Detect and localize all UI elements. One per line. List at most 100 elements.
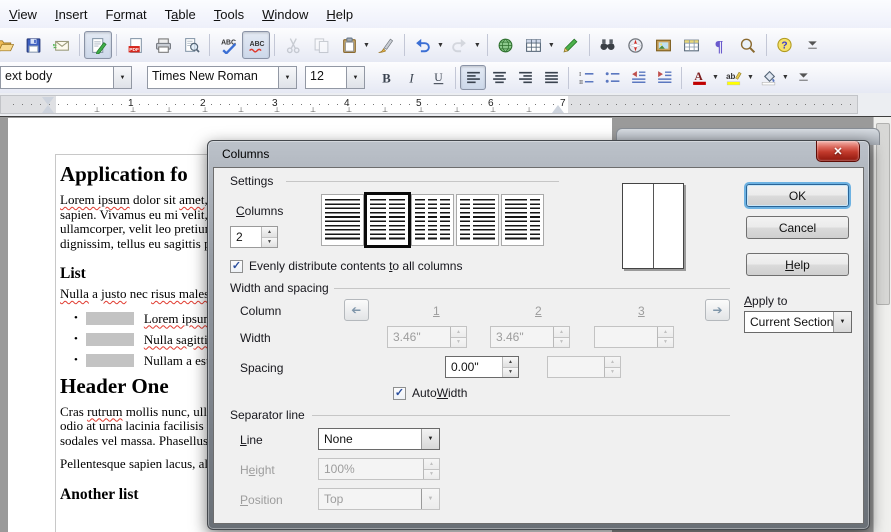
document-text: justo [101, 286, 126, 301]
auto-spellcheck-button[interactable]: ABC [242, 31, 270, 59]
save-button[interactable] [19, 31, 47, 59]
italic-button[interactable]: I [399, 65, 425, 90]
hyperlink-button[interactable] [492, 31, 520, 59]
draw-functions-button[interactable] [557, 31, 585, 59]
menu-view[interactable]: View [0, 2, 46, 27]
chevron-down-icon[interactable]: ▼ [363, 42, 370, 49]
email-button[interactable] [47, 31, 75, 59]
preset-one-column[interactable] [321, 194, 364, 246]
undo-button[interactable] [409, 31, 437, 59]
highlight-button[interactable]: ab [721, 65, 747, 90]
menu-window[interactable]: Window [253, 2, 317, 27]
columns-count-stepper[interactable]: 2 ▲▼ [230, 226, 278, 248]
first-line-indent-marker[interactable] [42, 97, 54, 105]
numbered-list-button[interactable]: III [573, 65, 599, 90]
increase-indent-button[interactable] [651, 65, 677, 90]
spin-up-icon[interactable]: ▲ [262, 227, 277, 237]
table-button[interactable] [520, 31, 548, 59]
font-color-button[interactable]: A [686, 65, 712, 90]
formatting-marks-button[interactable]: ¶ [706, 31, 734, 59]
spin-up-icon[interactable]: ▲ [503, 357, 518, 367]
close-button[interactable]: ✕ [816, 141, 860, 162]
paragraph-style-combo[interactable]: ext body ▼ [0, 66, 132, 89]
ok-button[interactable]: OK [746, 184, 849, 207]
scrollbar-thumb[interactable] [876, 123, 890, 305]
data-sources-button[interactable] [678, 31, 706, 59]
menu-insert[interactable]: Insert [46, 2, 97, 27]
group-divider [334, 288, 730, 289]
previous-column-button[interactable]: ➔ [344, 299, 369, 321]
spin-down-icon[interactable]: ▼ [503, 367, 518, 378]
autowidth-checkbox[interactable]: ✓ [393, 387, 406, 400]
cut-button[interactable] [279, 31, 307, 59]
help-button[interactable]: ? [771, 31, 799, 59]
align-center-button[interactable] [486, 65, 512, 90]
chevron-down-icon[interactable]: ▼ [833, 312, 851, 332]
chevron-down-icon[interactable]: ▼ [346, 67, 364, 88]
preset-column [440, 199, 450, 241]
width-column-2-input[interactable]: 3.46" ▲▼ [490, 326, 570, 348]
underline-button[interactable]: U [425, 65, 451, 90]
right-indent-marker[interactable] [552, 105, 564, 113]
font-name-combo[interactable]: Times New Roman ▼ [147, 66, 297, 89]
chevron-down-icon[interactable]: ▼ [278, 67, 296, 88]
align-left-button[interactable] [460, 65, 486, 90]
std-overflow-button[interactable] [799, 31, 827, 59]
chevron-down-icon[interactable]: ▼ [437, 42, 444, 49]
width-column-3-input[interactable]: ▲▼ [594, 326, 674, 348]
apply-to-combo[interactable]: Current Section ▼ [744, 311, 852, 333]
gallery-button[interactable] [650, 31, 678, 59]
print-button[interactable] [149, 31, 177, 59]
line-height-input[interactable]: 100% ▲▼ [318, 458, 440, 480]
align-right-button[interactable] [512, 65, 538, 90]
decrease-indent-button[interactable] [625, 65, 651, 90]
find-replace-button[interactable] [594, 31, 622, 59]
width-column-1-input[interactable]: 3.46" ▲▼ [387, 326, 467, 348]
preset-three-columns[interactable] [411, 194, 454, 246]
spacing-1-input[interactable]: 0.00" ▲▼ [445, 356, 519, 378]
chevron-down-icon[interactable]: ▼ [712, 74, 719, 81]
redo-button[interactable] [446, 31, 474, 59]
chevron-down-icon[interactable]: ▼ [782, 74, 789, 81]
print-preview-button[interactable] [177, 31, 205, 59]
spacing-2-input[interactable]: ▲▼ [547, 356, 621, 378]
evenly-distribute-checkbox[interactable]: ✓ [230, 260, 243, 273]
spelling-button[interactable]: ABC [214, 31, 242, 59]
zoom-button[interactable] [734, 31, 762, 59]
line-position-combo[interactable]: Top ▼ [318, 488, 440, 510]
preset-left-narrow[interactable] [456, 194, 499, 246]
background-color-button[interactable] [756, 65, 782, 90]
spin-down-icon[interactable]: ▼ [262, 237, 277, 248]
left-indent-marker[interactable] [42, 105, 54, 113]
horizontal-ruler[interactable]: 1234567 ⊥⊥⊥⊥⊥⊥⊥⊥⊥⊥⊥⊥⊥ [0, 95, 858, 114]
chevron-down-icon[interactable]: ▼ [113, 67, 131, 88]
chevron-down-icon[interactable]: ▼ [548, 42, 555, 49]
open-button[interactable] [0, 31, 19, 59]
chevron-down-icon[interactable]: ▼ [747, 74, 754, 81]
menu-tools[interactable]: Tools [205, 2, 253, 27]
next-column-button[interactable]: ➔ [705, 299, 730, 321]
redo-icon [451, 37, 468, 54]
export-pdf-button[interactable]: PDF [121, 31, 149, 59]
justify-button[interactable] [538, 65, 564, 90]
clone-formatting-button[interactable] [372, 31, 400, 59]
preset-two-columns[interactable] [366, 194, 409, 246]
bullet-list-button[interactable] [599, 65, 625, 90]
fmt-overflow-button[interactable] [791, 65, 817, 90]
paste-button[interactable] [335, 31, 363, 59]
menu-table[interactable]: Table [156, 2, 205, 27]
edit-file-button[interactable] [84, 31, 112, 59]
copy-button[interactable] [307, 31, 335, 59]
chevron-down-icon[interactable]: ▼ [474, 42, 481, 49]
vertical-scrollbar[interactable] [873, 117, 891, 532]
menu-help[interactable]: Help [317, 2, 362, 27]
line-style-combo[interactable]: None ▼ [318, 428, 440, 450]
navigator-button[interactable] [622, 31, 650, 59]
font-size-combo[interactable]: 12 ▼ [305, 66, 365, 89]
bold-button[interactable]: B [373, 65, 399, 90]
chevron-down-icon[interactable]: ▼ [421, 429, 439, 449]
cancel-button[interactable]: Cancel [746, 216, 849, 239]
preset-right-narrow[interactable] [501, 194, 544, 246]
menu-format[interactable]: Format [96, 2, 155, 27]
help-button[interactable]: Help [746, 253, 849, 276]
